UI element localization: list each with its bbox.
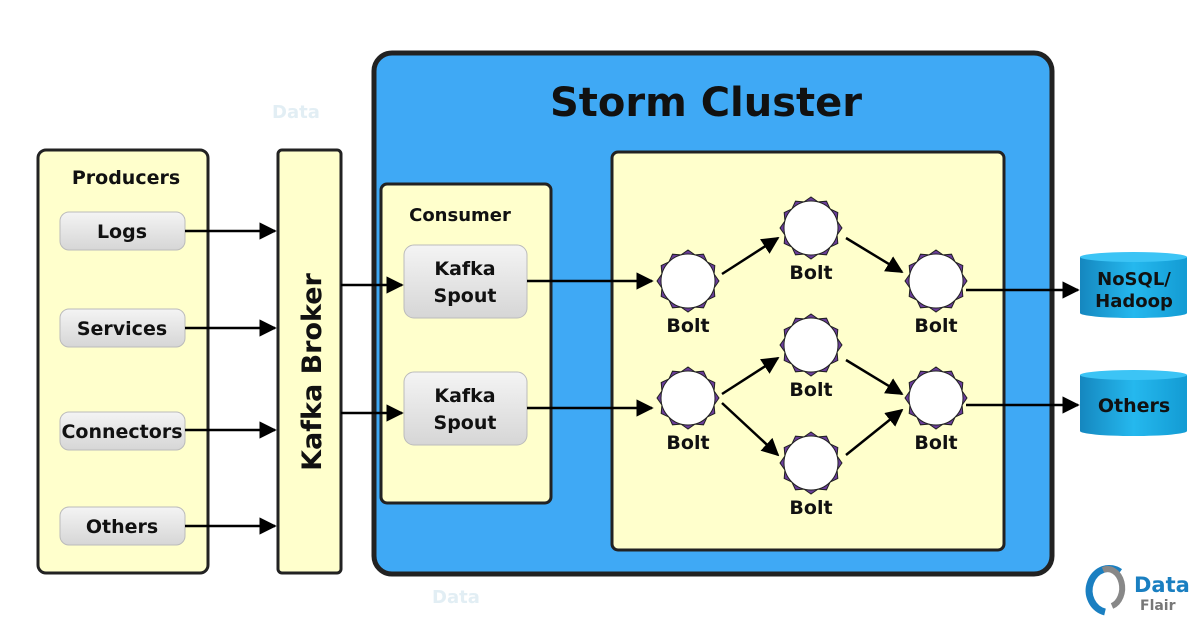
producer-label: Services	[77, 318, 167, 340]
bolt-label: Bolt	[789, 379, 832, 401]
consumer-box: Consumer	[379, 182, 553, 505]
kafka-spout: Kafka Spout	[403, 244, 528, 319]
spout-label: Spout	[434, 285, 497, 307]
logo-text: Flair	[1140, 598, 1176, 614]
logo-text: Data	[1134, 573, 1190, 597]
producer-others: Others	[59, 506, 186, 546]
bolt-label: Bolt	[914, 315, 957, 337]
output-others: Others	[1080, 370, 1187, 437]
bolt-label: Bolt	[789, 262, 832, 284]
spout-label: Kafka	[434, 385, 495, 407]
producer-services: Services	[59, 308, 186, 348]
watermark: Data	[432, 587, 480, 608]
producer-label: Connectors	[61, 421, 182, 443]
producer-logs: Logs	[59, 211, 186, 251]
output-nosql-hadoop: NoSQL/Hadoop	[1080, 252, 1187, 319]
bolt-label: Bolt	[914, 432, 957, 454]
dataflair-logo-icon: Data Flair	[1085, 565, 1190, 616]
storm-kafka-diagram: Data Data Data Data Data Data Producers …	[36, 50, 1190, 616]
spout-label: Spout	[434, 412, 497, 434]
producer-label: Logs	[97, 221, 147, 243]
producer-connectors: Connectors	[59, 411, 186, 451]
bolt-label: Bolt	[789, 497, 832, 519]
kafka-broker: Kafka Broker	[276, 148, 343, 575]
storm-cluster-title: Storm Cluster	[550, 80, 862, 126]
spout-label: Kafka	[434, 258, 495, 280]
producer-label: Others	[86, 516, 158, 538]
output-label: Hadoop	[1095, 291, 1173, 312]
bolt-label: Bolt	[666, 315, 709, 337]
output-label: Others	[1098, 395, 1170, 417]
kafka-broker-label: Kafka Broker	[297, 272, 328, 470]
producers-title: Producers	[72, 167, 180, 189]
consumer-title: Consumer	[409, 205, 511, 226]
bolt-label: Bolt	[666, 432, 709, 454]
producers-box: Producers Logs Services Connectors Others	[36, 148, 210, 575]
kafka-spout: Kafka Spout	[403, 371, 528, 446]
storm-cluster: Storm Cluster Consumer Kafka Spout Kafka Sp…	[371, 50, 1055, 577]
output-label: NoSQL/	[1097, 269, 1171, 290]
watermark: Data	[272, 102, 320, 123]
